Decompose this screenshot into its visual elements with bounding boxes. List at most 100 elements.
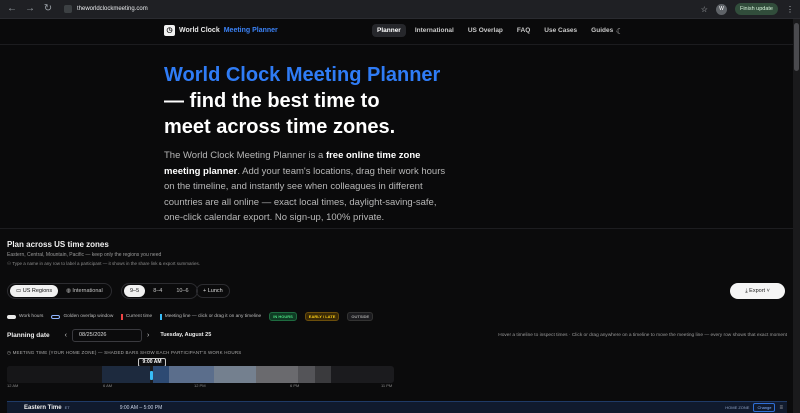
logo-accent-text: Meeting Planner [223, 27, 278, 34]
clock-logo-icon: ◷ [164, 25, 175, 36]
planning-date-row: Planning date ‹ 08/25/2026 › Tuesday, Au… [7, 328, 787, 342]
legend-current-time: Current time [121, 313, 153, 320]
current-time-swatch [121, 313, 123, 320]
export-button[interactable]: ⤓ Export ˅ [730, 283, 785, 299]
timeline-ticks: 12 AM 6 AM 12 PM 6 PM 11 PM [7, 382, 394, 389]
timeline-work-segment-4 [256, 366, 298, 383]
nav-guides[interactable]: Guides [586, 24, 618, 37]
planner-section: Plan across US time zones Eastern, Centr… [0, 229, 793, 413]
work-hours-toggle: 9–5 8–4 10–6 [121, 283, 198, 299]
next-day-icon[interactable]: › [147, 332, 149, 339]
nav-us-overlap[interactable]: US Overlap [463, 24, 508, 37]
tick-label: 12 AM [7, 383, 19, 388]
legend-current-label: Current time [125, 314, 153, 319]
timeline-night-segment [7, 366, 102, 383]
hero-desc-part-1: The World Clock Meeting Planner is a [164, 150, 326, 161]
zone-row-eastern[interactable]: Eastern Time ET 9:00 AM – 5:00 PM HOME Z… [7, 401, 787, 413]
forward-icon[interactable]: → [24, 3, 36, 15]
meeting-line-handle[interactable] [150, 371, 153, 380]
legend-golden-label: Golden overlap window [63, 314, 114, 319]
nav-international[interactable]: International [410, 24, 459, 37]
us-regions-label: US Regions [22, 288, 53, 294]
zone-abbreviation: ET [64, 405, 70, 410]
change-zone-button[interactable]: Change [753, 403, 776, 412]
timeline-work-segment-1 [153, 366, 169, 383]
legend-golden: Golden overlap window [51, 314, 113, 319]
home-zone-timeline[interactable] [7, 366, 394, 383]
lunch-toggle-button[interactable]: + Lunch [196, 284, 230, 298]
hero-title: World Clock Meeting Planner — find the b… [164, 62, 464, 140]
back-icon[interactable]: ← [6, 3, 18, 15]
nav-faq[interactable]: FAQ [512, 24, 535, 37]
export-label: Export [749, 288, 766, 294]
home-zone-label: HOME ZONE [725, 405, 750, 410]
timeline-work-segment-3 [214, 366, 256, 383]
hours-8-4-option[interactable]: 8–4 [147, 285, 168, 297]
legend-meeting-line: Meeting line — click or drag it on any t… [160, 313, 262, 320]
tick-label: 6 PM [290, 383, 300, 388]
meeting-line-swatch [160, 313, 162, 320]
hours-9-5-option[interactable]: 9–5 [124, 285, 146, 297]
chevron-down-icon: ˅ [765, 288, 770, 294]
region-toggle: ▭ US Regions ◍ International [7, 283, 112, 299]
tick-label: 11 PM [381, 383, 393, 388]
international-option[interactable]: ◍ International [60, 285, 109, 297]
zone-work-hours: 9:00 AM – 5:00 PM [119, 404, 163, 411]
golden-swatch [51, 314, 61, 319]
scrollbar-thumb[interactable] [794, 23, 799, 71]
finish-update-button[interactable]: Finish update [734, 3, 778, 15]
hero-title-line-3: meet across time zones. [164, 116, 396, 138]
selected-day-text: Tuesday, August 25 [160, 332, 212, 338]
planning-date-label: Planning date [7, 331, 50, 339]
timeline-late-segment [298, 366, 315, 383]
international-label: International [72, 288, 103, 294]
nav-planner[interactable]: Planner [372, 24, 406, 37]
legend-meeting-label: Meeting line — click or drag it on any t… [164, 314, 262, 319]
timeline-legend: Work hours Golden overlap window Current… [7, 312, 374, 321]
timeline-work-segment-2 [169, 366, 214, 383]
planner-hint: ⚇ Type a name in any row to label a part… [7, 261, 200, 267]
address-bar[interactable]: theworldclockmeeting.com [60, 2, 152, 16]
site-logo[interactable]: ◷ World Clock Meeting Planner [164, 25, 278, 36]
planner-hint-text: Type a name in any row to label a partic… [12, 261, 201, 266]
zone-name: Eastern Time [24, 404, 62, 411]
previous-day-icon[interactable]: ‹ [65, 332, 67, 339]
browser-toolbar: ← → ↻ theworldclockmeeting.com ☆ W Finis… [0, 0, 800, 19]
site-info-icon[interactable] [64, 5, 72, 13]
work-hours-swatch [7, 314, 16, 319]
hero-title-line-2: — find the best time to [164, 90, 380, 112]
bookmark-star-icon[interactable]: ☆ [701, 5, 708, 14]
outside-badge: OUTSIDE [347, 312, 374, 321]
logo-text: World Clock [179, 27, 220, 34]
page-scrollbar[interactable] [793, 19, 800, 413]
hero-section: World Clock Meeting Planner — find the b… [164, 62, 464, 226]
planner-subtitle: Eastern, Central, Mountain, Pacific — ke… [7, 252, 162, 258]
meeting-time-label-text: MEETING TIME (YOUR HOME ZONE) — SHADED B… [12, 350, 242, 355]
us-regions-option[interactable]: ▭ US Regions [10, 285, 59, 297]
timeline-evening-segment [315, 366, 331, 383]
date-input[interactable]: 08/25/2026 [71, 328, 142, 342]
tick-label: 6 AM [103, 383, 113, 388]
site-header: ◷ World Clock Meeting Planner Planner In… [0, 19, 793, 45]
nav-use-cases[interactable]: Use Cases [539, 24, 582, 37]
meeting-time-label: ◷ MEETING TIME (YOUR HOME ZONE) — SHADED… [7, 350, 241, 356]
main-nav: Planner International US Overlap FAQ Use… [372, 24, 618, 37]
tick-label: 12 PM [194, 383, 206, 388]
early-late-badge: EARLY / LATE [304, 312, 340, 321]
timeline-hint: Hover a timeline to inspect times · Clic… [498, 332, 787, 338]
browser-menu-icon[interactable]: ⋮ [786, 5, 794, 14]
in-hours-badge: IN HOURS [269, 312, 297, 321]
reload-icon[interactable]: ↻ [42, 3, 54, 15]
remove-zone-icon[interactable]: ≡ [779, 405, 783, 411]
lunch-label: Lunch [207, 288, 223, 294]
planner-title: Plan across US time zones [7, 240, 109, 249]
address-url: theworldclockmeeting.com [77, 6, 148, 12]
profile-avatar[interactable]: W [715, 3, 727, 15]
zone-actions: HOME ZONE Change ≡ [725, 403, 787, 412]
hours-10-6-option[interactable]: 10–6 [170, 285, 194, 297]
dark-mode-toggle-icon[interactable]: ☾ [616, 27, 623, 36]
hero-title-accent: World Clock Meeting Planner [164, 64, 441, 86]
hero-description: The World Clock Meeting Planner is a fre… [164, 148, 450, 226]
legend-work-label: Work hours [19, 314, 44, 319]
timeline-early-segment [102, 366, 150, 383]
